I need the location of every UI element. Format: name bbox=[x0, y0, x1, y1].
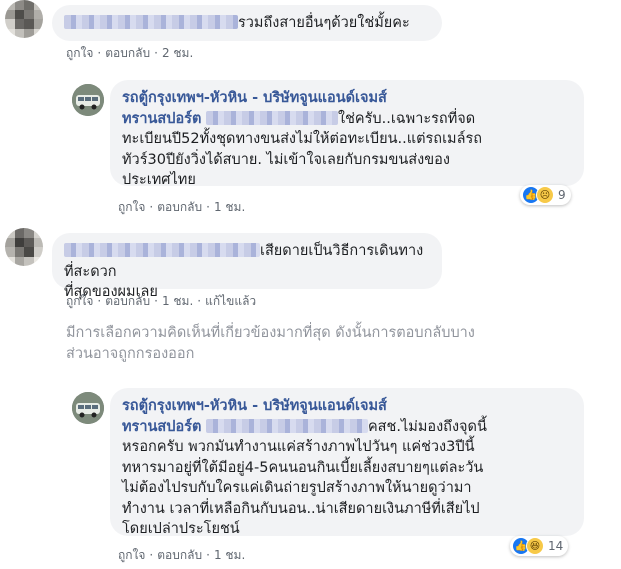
page-avatar[interactable] bbox=[72, 392, 104, 424]
like-link[interactable]: ถูกใจ bbox=[66, 294, 93, 308]
reply-text-line: โดยเปล่าประโยชน์ bbox=[122, 521, 240, 537]
reaction-summary[interactable]: 👍 ☹ 9 bbox=[520, 185, 571, 205]
timestamp[interactable]: 1 ชม. bbox=[214, 548, 245, 562]
avatar[interactable] bbox=[5, 0, 43, 38]
reply-bubble: รถตู้กรุงเทพฯ-หัวหิน - บริษัทจูนแอนด์เจม… bbox=[110, 80, 584, 188]
author-name-link-line2[interactable]: ทรานสปอร์ต bbox=[122, 419, 201, 435]
author-name-link[interactable]: รถตู้กรุงเทพฯ-หัวหิน - บริษัทจูนแอนด์เจม… bbox=[122, 398, 387, 414]
reply-link[interactable]: ตอบกลับ bbox=[157, 548, 202, 562]
van-logo-icon bbox=[72, 392, 104, 424]
reply-text-line: ประเทศไทย bbox=[122, 172, 196, 188]
like-link[interactable]: ถูกใจ bbox=[66, 46, 93, 60]
like-link[interactable]: ถูกใจ bbox=[118, 548, 145, 562]
reply-actions: ถูกใจ · ตอบกลับ · 1 ชม. bbox=[118, 200, 246, 214]
filter-notice: มีการเลือกความคิดเห็นที่เกี่ยวข้องมากที่… bbox=[66, 323, 475, 364]
redacted-mention bbox=[205, 110, 338, 125]
author-name-link-line2[interactable]: ทรานสปอร์ต bbox=[122, 111, 201, 127]
reply-text-line: ทำงาน เวลาที่เหลือกินกับนอน..น่าเสียดายเ… bbox=[122, 500, 480, 517]
reply-link[interactable]: ตอบกลับ bbox=[105, 294, 150, 308]
reply-text-line: หรอกครับ พวกมันทำงานแค่สร้างภาพไปวันๆ แค… bbox=[122, 439, 475, 455]
reply-text-line: ทะเบียนปี52ทั้งชุดทางขนส่งไม่ให้ต่อทะเบี… bbox=[122, 131, 483, 147]
sad-icon: ☹ bbox=[536, 186, 554, 204]
redacted-author-name bbox=[64, 243, 260, 257]
filter-notice-line: ส่วนอาจถูกกรองออก bbox=[66, 345, 195, 362]
comment-text: รวมถึงสายอื่นๆด้วยใช่มั้ยคะ bbox=[238, 15, 410, 31]
comment-bubble: เสียดายเป็นวิธีการเดินทางที่สะดวก ที่สุด… bbox=[52, 233, 442, 300]
comment-actions: ถูกใจ · ตอบกลับ · 1 ชม. · แก้ไขแล้ว bbox=[66, 294, 257, 308]
timestamp[interactable]: 1 ชม. bbox=[162, 294, 193, 308]
van-logo-icon bbox=[72, 84, 104, 116]
reply-text-line: ไม่ต้องไปรบกับใครแค่เดินถ่ายรูปสร้างภาพใ… bbox=[122, 480, 472, 496]
comment-actions: ถูกใจ · ตอบกลับ · 2 ชม. bbox=[66, 46, 194, 60]
reply-actions: ถูกใจ · ตอบกลับ · 1 ชม. bbox=[118, 548, 246, 562]
comment-bubble: รวมถึงสายอื่นๆด้วยใช่มั้ยคะ bbox=[52, 5, 442, 41]
reaction-count: 14 bbox=[548, 539, 564, 553]
reply-link[interactable]: ตอบกลับ bbox=[157, 200, 202, 214]
reply-text-line: ทัวร์30ปียังวิ่งได้สบาย. ไม่เข้าใจเลยกับ… bbox=[122, 151, 450, 168]
reply-text-line: ทหารมาอยู่ที่ใต้มีอยู่4-5คนนอนกินเบี้ยเล… bbox=[122, 459, 484, 476]
timestamp[interactable]: 1 ชม. bbox=[214, 200, 245, 214]
haha-icon: 😆 bbox=[526, 537, 544, 555]
reaction-summary[interactable]: 👍 😆 14 bbox=[510, 536, 569, 556]
avatar[interactable] bbox=[5, 228, 43, 266]
reply-text-line: ใช่ครับ..เฉพาะรถที่จด bbox=[337, 110, 476, 127]
like-link[interactable]: ถูกใจ bbox=[118, 200, 145, 214]
redacted-mention bbox=[205, 418, 368, 433]
redacted-author-name bbox=[64, 15, 238, 29]
page-avatar[interactable] bbox=[72, 84, 104, 116]
reaction-count: 9 bbox=[558, 188, 566, 202]
edited-label[interactable]: แก้ไขแล้ว bbox=[205, 294, 256, 308]
reply-text-line: คสช.ไม่มองถึงจุดนี้ bbox=[367, 418, 487, 435]
timestamp[interactable]: 2 ชม. bbox=[162, 46, 193, 60]
filter-notice-line: มีการเลือกความคิดเห็นที่เกี่ยวข้องมากที่… bbox=[66, 325, 475, 341]
reply-bubble: รถตู้กรุงเทพฯ-หัวหิน - บริษัทจูนแอนด์เจม… bbox=[110, 388, 584, 537]
author-name-link[interactable]: รถตู้กรุงเทพฯ-หัวหิน - บริษัทจูนแอนด์เจม… bbox=[122, 90, 387, 106]
reply-link[interactable]: ตอบกลับ bbox=[105, 46, 150, 60]
